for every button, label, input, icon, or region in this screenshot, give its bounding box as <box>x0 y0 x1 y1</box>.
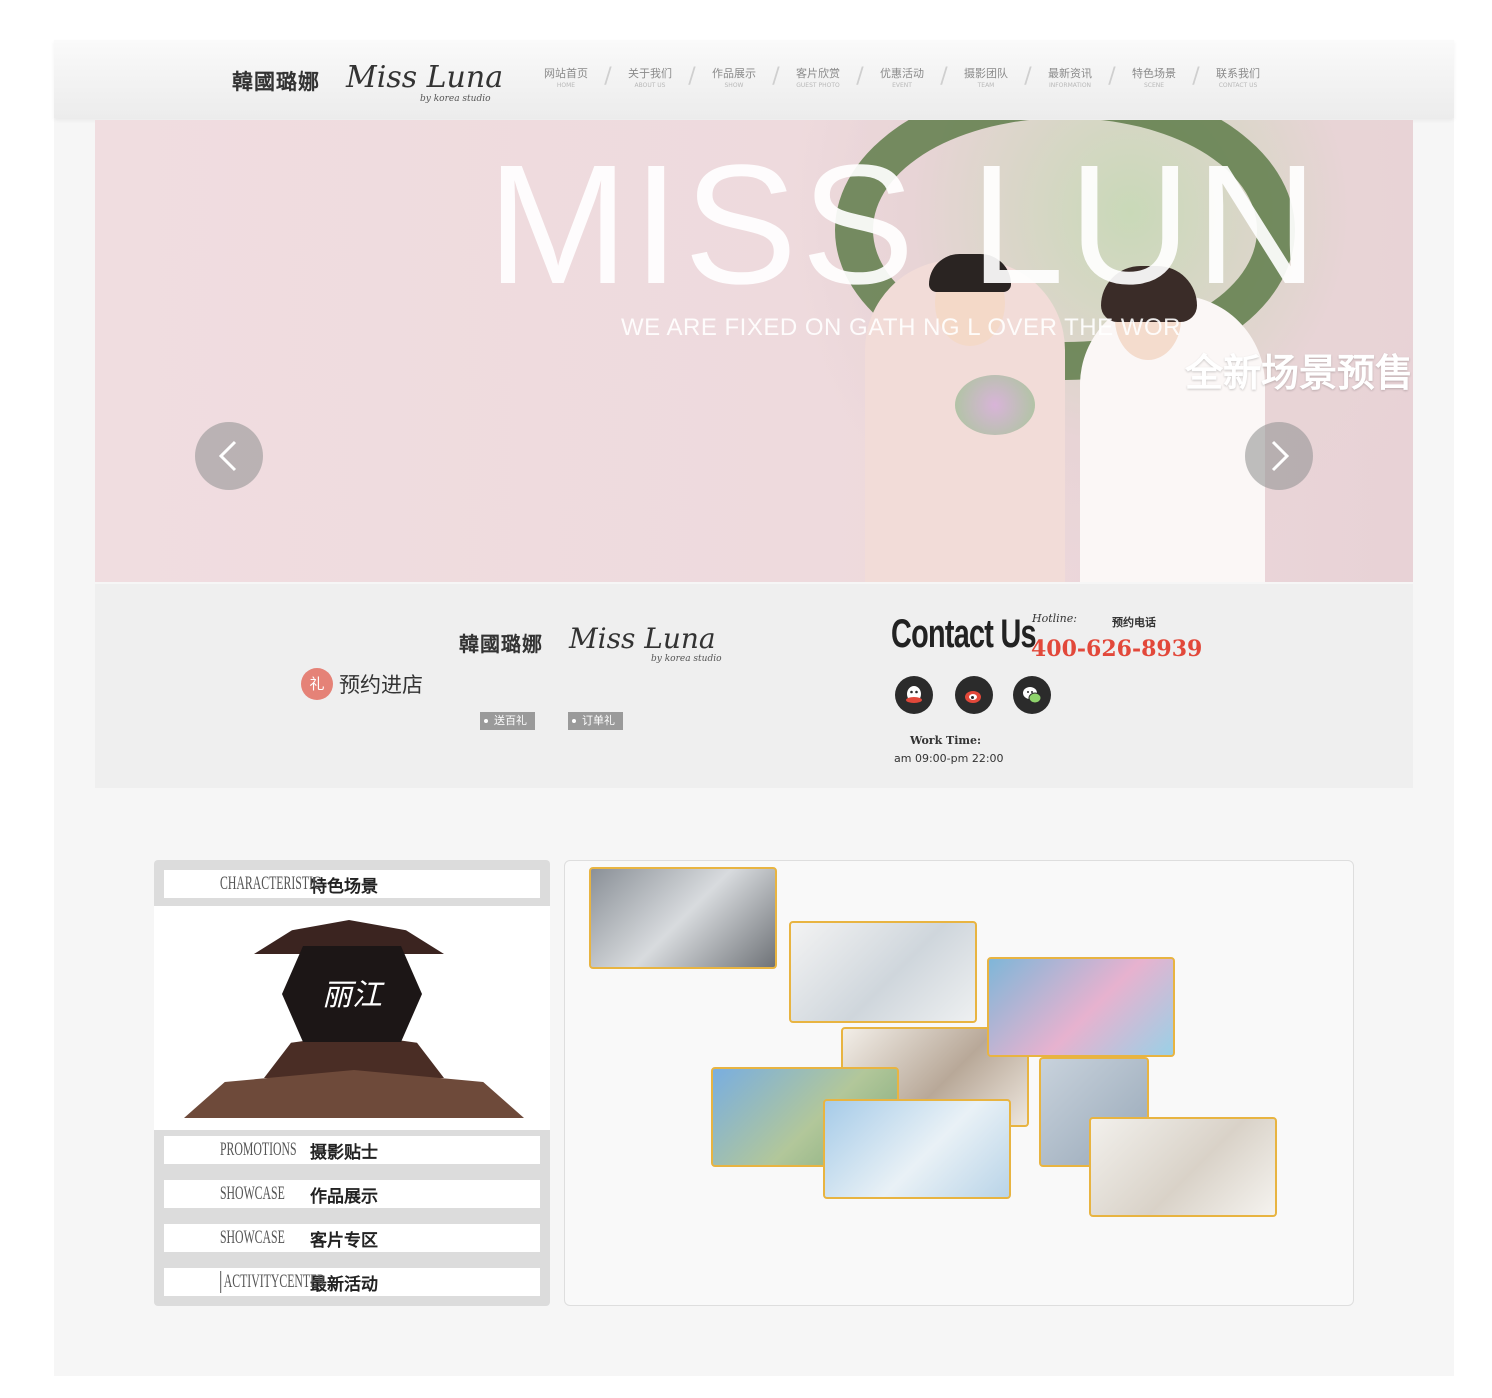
nav-item-about[interactable]: 关于我们 ABOUT US <box>618 68 682 89</box>
logo-sub-text: by korea studio <box>420 94 491 104</box>
sidebar-item-showcase[interactable]: SHOWCASE 作品展示 <box>164 1180 540 1208</box>
hotline-cn-label: 预约电话 <box>1112 616 1156 629</box>
nav-sublabel: HOME <box>556 82 576 89</box>
sidebar-item-cn: 作品展示 <box>310 1186 378 1207</box>
order-gift-tag-button[interactable]: 订单礼 <box>568 712 623 730</box>
sidebar-item-en: SHOWCASE <box>220 1227 285 1248</box>
wechat-button[interactable] <box>1013 676 1051 714</box>
worktime-label: Work Time: <box>910 734 982 747</box>
nav-label: 网站首页 <box>544 67 588 80</box>
nav-separator: / <box>688 64 696 89</box>
nav-separator: / <box>1024 64 1032 89</box>
nav-label: 客片欣赏 <box>796 67 840 80</box>
slider-prev-button[interactable] <box>195 422 263 490</box>
nav-separator: / <box>604 64 612 89</box>
nav-item-event[interactable]: 优惠活动 EVENT <box>870 68 934 89</box>
sidebar-item-characteristic[interactable]: CHARACTERISTIC 特色场景 <box>164 870 540 898</box>
hotline-label: Hotline: <box>1032 612 1077 625</box>
nav-separator: / <box>940 64 948 89</box>
qq-icon <box>906 686 922 703</box>
bouquet <box>955 375 1035 435</box>
gallery-photo[interactable] <box>589 867 777 969</box>
sidebar-item-activity-center[interactable]: ACTIVITYCENTER 最新活动 <box>164 1268 540 1296</box>
site-header: 韓國璐娜 Miss Luna by korea studio 网站首页 HOME… <box>54 40 1454 118</box>
contact-title: Contact Us <box>891 612 1037 656</box>
nav-separator: / <box>1108 64 1116 89</box>
slider-next-button[interactable] <box>1245 422 1313 490</box>
nav-sublabel: SCENE <box>1143 82 1165 89</box>
banner-title: MISS LUN <box>487 130 1322 320</box>
info-logo-en: Miss Luna <box>569 622 716 655</box>
worktime-value: am 09:00-pm 22:00 <box>894 752 1004 765</box>
nav-sublabel: EVENT <box>892 82 912 89</box>
nav-sublabel: SHOW <box>724 82 744 89</box>
category-sidebar: CHARACTERISTIC 特色场景 丽江 PROMOTIONS 摄影贴士 S… <box>154 860 550 1306</box>
nav-label: 作品展示 <box>712 67 756 80</box>
sidebar-item-en: ACTIVITYCENTER <box>220 1271 325 1293</box>
sidebar-item-en: SHOWCASE <box>220 1183 285 1204</box>
nav-label: 摄影团队 <box>964 67 1008 80</box>
nav-item-home[interactable]: 网站首页 HOME <box>534 68 598 89</box>
page-frame: 韓國璐娜 Miss Luna by korea studio 网站首页 HOME… <box>54 40 1454 1376</box>
nav-item-team[interactable]: 摄影团队 TEAM <box>954 68 1018 89</box>
gift-tag-button[interactable]: 送百礼 <box>480 712 535 730</box>
nav-sublabel: CONTACT US <box>1218 82 1258 89</box>
sidebar-item-en: PROMOTIONS <box>220 1139 297 1160</box>
nav-sublabel: INFORMATION <box>1048 82 1092 89</box>
nav-label: 最新资讯 <box>1048 67 1092 80</box>
hotline-number[interactable]: 400-626-8939 <box>1031 636 1202 662</box>
nav-separator: / <box>856 64 864 89</box>
pavilion-sign-text: 丽江 <box>322 978 382 1013</box>
nav-item-show[interactable]: 作品展示 SHOW <box>702 68 766 89</box>
sidebar-item-guest-showcase[interactable]: SHOWCASE 客片专区 <box>164 1224 540 1252</box>
sidebar-item-promotions[interactable]: PROMOTIONS 摄影贴士 <box>164 1136 540 1164</box>
nav-item-scene[interactable]: 特色场景 SCENE <box>1122 68 1186 89</box>
nav-label: 特色场景 <box>1132 67 1176 80</box>
qq-button[interactable] <box>895 676 933 714</box>
banner-tagline: WE ARE FIXED ON GATH NG L OVER THE WOR <box>621 314 1181 341</box>
chevron-left-icon <box>218 440 237 472</box>
nav-sublabel: GUEST PHOTO <box>796 82 840 89</box>
nav-item-contact[interactable]: 联系我们 CONTACT US <box>1206 68 1270 89</box>
sidebar-item-en: CHARACTERISTIC <box>220 873 321 894</box>
nav-label: 优惠活动 <box>880 67 924 80</box>
nav-item-guest-photo[interactable]: 客片欣赏 GUEST PHOTO <box>786 68 850 89</box>
nav-label: 联系我们 <box>1216 67 1260 80</box>
main-nav: 网站首页 HOME / 关于我们 ABOUT US / 作品展示 SHOW / … <box>534 64 1270 89</box>
logo-cn-text: 韓國璐娜 <box>232 69 320 94</box>
book-visit-text: 预约进店 <box>339 673 423 697</box>
nav-separator: / <box>1192 64 1200 89</box>
chevron-right-icon <box>1271 440 1290 472</box>
nav-sublabel: ABOUT US <box>634 82 666 89</box>
photo-gallery <box>564 860 1354 1306</box>
weibo-icon <box>965 691 981 703</box>
info-logo-cn: 韓國璐娜 <box>459 632 543 656</box>
sidebar-item-cn: 客片专区 <box>310 1230 378 1251</box>
feature-scene-image[interactable]: 丽江 <box>154 906 550 1130</box>
gallery-photo[interactable] <box>1089 1117 1277 1217</box>
logo-en-text: Miss Luna <box>346 60 504 95</box>
gift-icon: 礼 <box>301 668 333 700</box>
sidebar-item-cn: 摄影贴士 <box>310 1142 378 1163</box>
gallery-photo[interactable] <box>987 957 1175 1057</box>
gallery-photo[interactable] <box>823 1099 1011 1199</box>
nav-sublabel: TEAM <box>977 82 995 89</box>
gallery-photo[interactable] <box>789 921 977 1023</box>
nav-item-information[interactable]: 最新资讯 INFORMATION <box>1038 68 1102 89</box>
nav-label: 关于我们 <box>628 67 672 80</box>
info-bar: 韓國璐娜 Miss Luna by korea studio 礼 预约进店 送百… <box>95 584 1413 788</box>
weibo-button[interactable] <box>955 676 993 714</box>
nav-separator: / <box>772 64 780 89</box>
book-visit-link[interactable]: 礼 预约进店 <box>301 668 423 700</box>
banner-cn-text: 全新场景预售 <box>1185 351 1413 395</box>
pavilion-sign: 丽江 <box>282 946 422 1042</box>
info-logo-sub: by korea studio <box>651 654 722 664</box>
pavilion-roof-bottom <box>184 1070 524 1118</box>
hero-banner[interactable]: MISS LUN WE ARE FIXED ON GATH NG L OVER … <box>95 120 1413 582</box>
wechat-icon <box>1023 687 1042 704</box>
